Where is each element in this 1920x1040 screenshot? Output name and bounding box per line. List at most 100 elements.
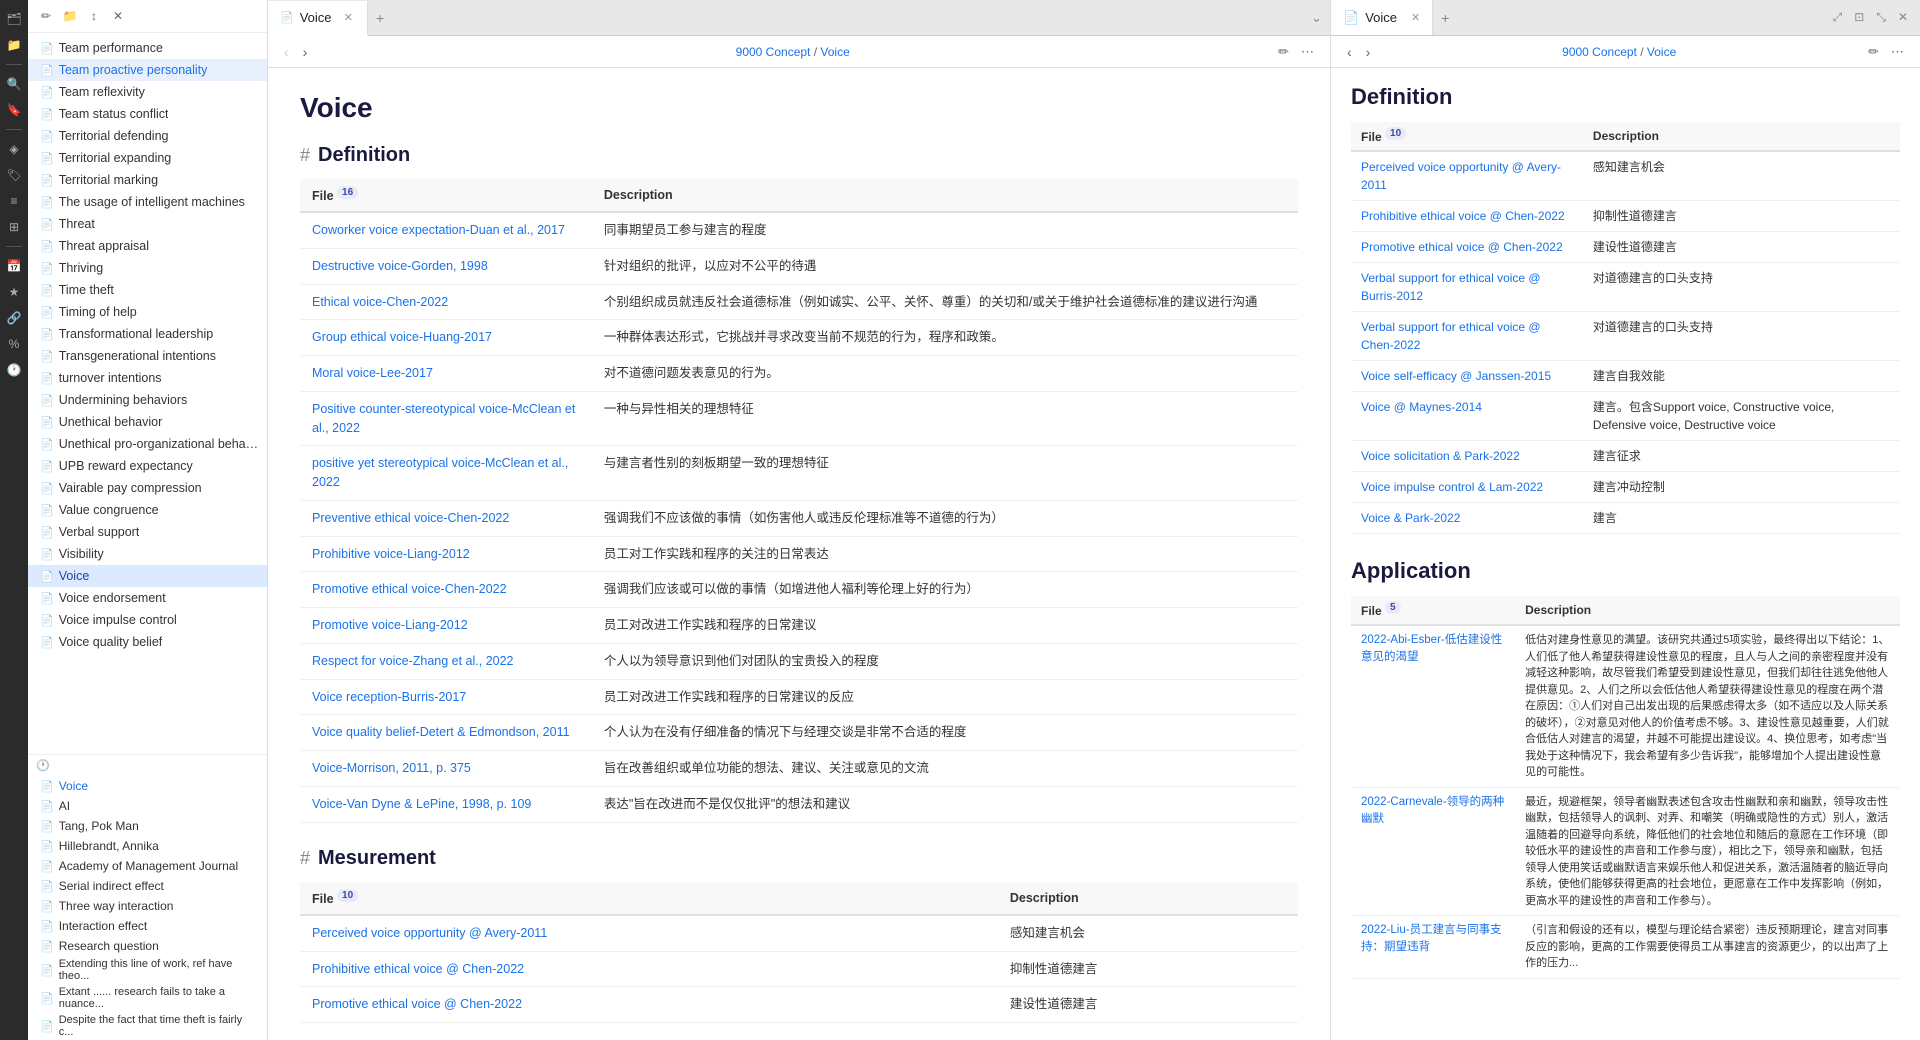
table-nav-icon[interactable]: ⊞ — [3, 216, 25, 238]
definition-file-link[interactable]: Promotive ethical voice-Chen-2022 — [312, 582, 507, 596]
tree-item-threat[interactable]: 📄 Threat — [28, 213, 267, 235]
tree-item-undermining[interactable]: 📄 Undermining behaviors — [28, 389, 267, 411]
tree-item-voice-endorsement[interactable]: 📄 Voice endorsement — [28, 587, 267, 609]
tree-item-value-congruence[interactable]: 📄 Value congruence — [28, 499, 267, 521]
definition-file-link[interactable]: Preventive ethical voice-Chen-2022 — [312, 511, 509, 525]
menu-icon[interactable]: ⋯ — [1297, 42, 1318, 62]
clock-icon[interactable]: 🕐 — [3, 359, 25, 381]
right-forward-btn[interactable]: › — [1362, 42, 1375, 62]
tree-item-transformational[interactable]: 📄 Transformational leadership — [28, 323, 267, 345]
edit-icon[interactable]: ✏ — [1274, 42, 1293, 62]
back-btn[interactable]: ‹ — [280, 42, 293, 62]
recent-academy[interactable]: 📄 Academy of Management Journal — [28, 856, 267, 876]
tree-item-visibility[interactable]: 📄 Visibility — [28, 543, 267, 565]
right-app-file-link[interactable]: 2022-Liu-员工建言与同事支持：期望违背 — [1361, 924, 1502, 953]
tab-close-btn[interactable]: ✕ — [342, 9, 355, 26]
right-def-file-link[interactable]: Voice solicitation & Park-2022 — [1361, 449, 1520, 463]
folder-nav-icon[interactable]: 📁 — [3, 34, 25, 56]
recent-serial[interactable]: 📄 Serial indirect effect — [28, 876, 267, 896]
tree-item-upb[interactable]: 📄 UPB reward expectancy — [28, 455, 267, 477]
definition-file-link[interactable]: positive yet stereotypical voice-McClean… — [312, 456, 568, 489]
definition-file-link[interactable]: Respect for voice-Zhang et al., 2022 — [312, 654, 514, 668]
tree-item-voice[interactable]: 📄 Voice — [28, 565, 267, 587]
definition-file-link[interactable]: Voice reception-Burris-2017 — [312, 690, 466, 704]
recent-ai[interactable]: 📄 AI — [28, 796, 267, 816]
graph-icon[interactable]: ◈ — [3, 138, 25, 160]
tree-item-turnover[interactable]: 📄 turnover intentions — [28, 367, 267, 389]
tree-item-thriving[interactable]: 📄 Thriving — [28, 257, 267, 279]
recent-research[interactable]: 📄 Research question — [28, 936, 267, 956]
right-def-file-link[interactable]: Perceived voice opportunity @ Avery-2011 — [1361, 160, 1561, 192]
right-tab-voice[interactable]: 📄 Voice ✕ — [1331, 0, 1433, 35]
recent-despite[interactable]: 📄 Despite the fact that time theft is fa… — [28, 1012, 267, 1040]
tree-item-team-performance[interactable]: 📄 Team performance — [28, 37, 267, 59]
right-maximize-icon[interactable]: ⤡ — [1872, 8, 1890, 27]
right-def-file-link[interactable]: Verbal support for ethical voice @ Burri… — [1361, 271, 1541, 303]
right-edit-icon[interactable]: ✏ — [1864, 42, 1883, 62]
files-icon[interactable]: 🗂 — [3, 8, 25, 30]
right-split-icon[interactable]: ⊡ — [1850, 8, 1868, 27]
bookmark-nav-icon[interactable]: 🔖 — [3, 99, 25, 121]
definition-file-link[interactable]: Promotive voice-Liang-2012 — [312, 618, 468, 632]
measurement-file-link[interactable]: Perceived voice opportunity @ Avery-2011 — [312, 926, 547, 940]
right-back-btn[interactable]: ‹ — [1343, 42, 1356, 62]
calendar-icon[interactable]: 📅 — [3, 255, 25, 277]
star-icon[interactable]: ★ — [3, 281, 25, 303]
definition-file-link[interactable]: Destructive voice-Gorden, 1998 — [312, 259, 488, 273]
measurement-file-link[interactable]: Prohibitive ethical voice @ Chen-2022 — [312, 962, 524, 976]
right-def-file-link[interactable]: Promotive ethical voice @ Chen-2022 — [1361, 240, 1563, 254]
tree-item-voice-impulse[interactable]: 📄 Voice impulse control — [28, 609, 267, 631]
search-nav-icon[interactable]: 🔍 — [3, 73, 25, 95]
right-def-file-link[interactable]: Voice impulse control & Lam-2022 — [1361, 480, 1543, 494]
close-panel-btn[interactable]: ✕ — [108, 6, 128, 26]
forward-btn[interactable]: › — [299, 42, 312, 62]
collapse-btn[interactable]: ↕ — [84, 6, 104, 26]
tree-item-threat-appraisal[interactable]: 📄 Threat appraisal — [28, 235, 267, 257]
tree-item-team-reflexivity[interactable]: 📄 Team reflexivity — [28, 81, 267, 103]
recent-extant[interactable]: 📄 Extant ...... research fails to take a… — [28, 984, 267, 1012]
recent-tang[interactable]: 📄 Tang, Pok Man — [28, 816, 267, 836]
definition-file-link[interactable]: Prohibitive voice-Liang-2012 — [312, 547, 470, 561]
recent-hillebrandt[interactable]: 📄 Hillebrandt, Annika — [28, 836, 267, 856]
percent-icon[interactable]: % — [3, 333, 25, 355]
tree-item-verbal-support[interactable]: 📄 Verbal support — [28, 521, 267, 543]
definition-file-link[interactable]: Ethical voice-Chen-2022 — [312, 295, 448, 309]
right-def-file-link[interactable]: Voice self-efficacy @ Janssen-2015 — [1361, 369, 1551, 383]
tree-item-territorial-marking[interactable]: 📄 Territorial marking — [28, 169, 267, 191]
recent-interaction[interactable]: 📄 Interaction effect — [28, 916, 267, 936]
measurement-file-link[interactable]: Promotive ethical voice @ Chen-2022 — [312, 997, 522, 1011]
right-close-icon[interactable]: ✕ — [1894, 8, 1912, 27]
recent-extending[interactable]: 📄 Extending this line of work, ref have … — [28, 956, 267, 984]
definition-file-link[interactable]: Voice-Morrison, 2011, p. 375 — [312, 761, 471, 775]
right-app-file-link[interactable]: 2022-Abi-Esber-低估建设性意见的渴望 — [1361, 634, 1502, 663]
tree-item-team-status[interactable]: 📄 Team status conflict — [28, 103, 267, 125]
right-tab-add-btn[interactable]: + — [1433, 10, 1457, 26]
list-nav-icon[interactable]: ≡ — [3, 190, 25, 212]
tag-icon[interactable]: 🏷 — [3, 164, 25, 186]
tree-item-team-proactive[interactable]: 📄 Team proactive personality — [28, 59, 267, 81]
tree-item-territorial-defending[interactable]: 📄 Territorial defending — [28, 125, 267, 147]
new-folder-btn[interactable]: 📁 — [60, 6, 80, 26]
tree-item-transgenerational[interactable]: 📄 Transgenerational intentions — [28, 345, 267, 367]
right-menu-icon[interactable]: ⋯ — [1887, 42, 1908, 62]
right-tab-close-btn[interactable]: ✕ — [1411, 11, 1420, 24]
definition-file-link[interactable]: Coworker voice expectation-Duan et al., … — [312, 223, 565, 237]
definition-file-link[interactable]: Voice-Van Dyne & LePine, 1998, p. 109 — [312, 797, 531, 811]
tree-item-variable-pay[interactable]: 📄 Vairable pay compression — [28, 477, 267, 499]
tree-item-time-theft[interactable]: 📄 Time theft — [28, 279, 267, 301]
tree-item-unethical[interactable]: 📄 Unethical behavior — [28, 411, 267, 433]
tree-item-timing-help[interactable]: 📄 Timing of help — [28, 301, 267, 323]
definition-file-link[interactable]: Voice quality belief-Detert & Edmondson,… — [312, 725, 570, 739]
add-tab-btn[interactable]: + — [368, 10, 392, 26]
tab-overflow-btn[interactable]: ⌄ — [1303, 10, 1330, 26]
definition-file-link[interactable]: Group ethical voice-Huang-2017 — [312, 330, 492, 344]
right-def-file-link[interactable]: Voice @ Maynes-2014 — [1361, 400, 1482, 414]
recent-three-way[interactable]: 📄 Three way interaction — [28, 896, 267, 916]
recent-voice[interactable]: 📄 Voice — [28, 776, 267, 796]
right-def-file-link[interactable]: Voice & Park-2022 — [1361, 511, 1460, 525]
tree-item-territorial-expanding[interactable]: 📄 Territorial expanding — [28, 147, 267, 169]
tree-item-voice-quality[interactable]: 📄 Voice quality belief — [28, 631, 267, 653]
right-def-file-link[interactable]: Verbal support for ethical voice @ Chen-… — [1361, 320, 1541, 352]
definition-file-link[interactable]: Moral voice-Lee-2017 — [312, 366, 433, 380]
new-file-btn[interactable]: ✏ — [36, 6, 56, 26]
